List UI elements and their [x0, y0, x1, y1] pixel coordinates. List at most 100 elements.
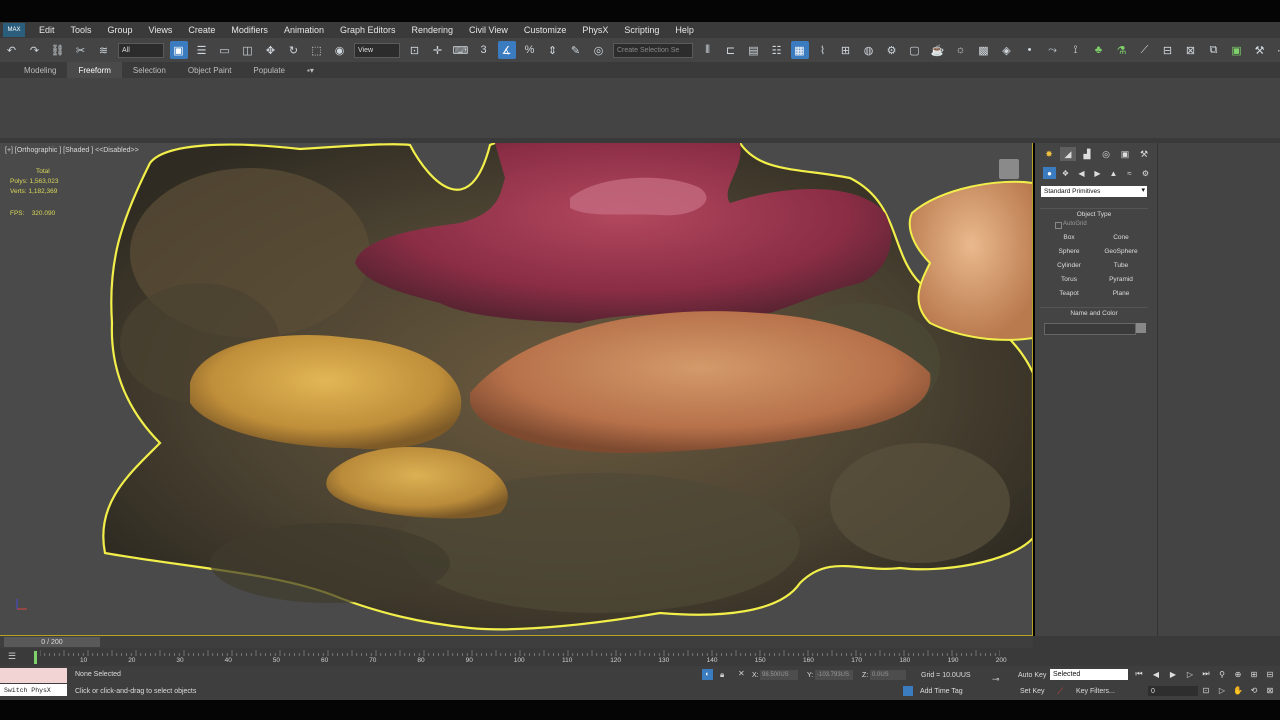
render-production-icon[interactable]: ☕: [929, 41, 947, 59]
tube-button[interactable]: Tube: [1095, 260, 1147, 271]
teapot-button[interactable]: Teapot: [1043, 288, 1095, 299]
z-coord-field[interactable]: 0.0US: [870, 670, 906, 680]
ribbon-options-icon[interactable]: ▪▾: [296, 62, 325, 78]
cone-button[interactable]: Cone: [1095, 232, 1147, 243]
named-selection-set-input[interactable]: Create Selection Se: [613, 42, 693, 58]
render-setup-icon[interactable]: ⚙: [883, 41, 901, 59]
maximize-viewport-icon[interactable]: ⊠: [1264, 685, 1276, 695]
app-logo[interactable]: MAX: [3, 23, 25, 37]
unlink-icon[interactable]: ✂: [72, 41, 90, 59]
systems-icon[interactable]: ⚙: [1139, 167, 1152, 179]
coral-reef-model[interactable]: [0, 143, 1033, 636]
hierarchy-panel-icon[interactable]: ▟: [1079, 147, 1095, 161]
menu-modifiers[interactable]: Modifiers: [223, 25, 276, 35]
box-button[interactable]: Box: [1043, 232, 1095, 243]
tab-modeling[interactable]: Modeling: [13, 62, 67, 78]
object-name-input[interactable]: [1044, 323, 1136, 335]
physx-green-icon[interactable]: ▣: [1228, 41, 1246, 59]
y-coord-field[interactable]: -103.793US: [815, 670, 853, 680]
object-color-swatch[interactable]: [1136, 323, 1146, 333]
bind-spacewarp-icon[interactable]: ≋: [95, 41, 113, 59]
select-manipulate-icon[interactable]: ✛: [429, 41, 447, 59]
toggle-layer-explorer-icon[interactable]: ▤: [745, 41, 763, 59]
absolute-mode-icon[interactable]: ✕: [738, 669, 745, 678]
maxscript-mini-listener[interactable]: Switch PhysX: [0, 684, 67, 696]
previous-frame-icon[interactable]: ◀: [1150, 669, 1162, 679]
pivot-center-icon[interactable]: ⊡: [406, 41, 424, 59]
toggle-ribbon-icon[interactable]: ▦: [790, 41, 809, 59]
menu-group[interactable]: Group: [100, 25, 141, 35]
menu-create[interactable]: Create: [180, 25, 223, 35]
spacewarps-icon[interactable]: ≈: [1123, 167, 1136, 179]
reference-coordinate-dropdown[interactable]: View: [354, 42, 400, 58]
go-to-start-icon[interactable]: ⏮: [1133, 669, 1145, 679]
menu-tools[interactable]: Tools: [63, 25, 100, 35]
select-object-icon[interactable]: ▣: [169, 41, 188, 59]
link-icon[interactable]: ⛓: [49, 41, 67, 59]
angle-snap-icon[interactable]: ∡: [497, 41, 516, 59]
schematic-view-icon[interactable]: ⊞: [837, 41, 855, 59]
field-of-view-icon[interactable]: ▷: [1216, 685, 1228, 695]
current-frame-field[interactable]: 0: [1148, 686, 1198, 696]
mirror-icon[interactable]: ⫴: [699, 41, 717, 59]
autogrid-checkbox[interactable]: [1055, 222, 1062, 229]
zoom-extents-icon[interactable]: ⊞: [1248, 669, 1260, 679]
set-key-icon[interactable]: ⟋: [1057, 686, 1063, 697]
menu-animation[interactable]: Animation: [276, 25, 332, 35]
physx-icon[interactable]: ◈: [998, 41, 1016, 59]
menu-physx[interactable]: PhysX: [574, 25, 616, 35]
object-type-rollout[interactable]: Object Type: [1040, 208, 1148, 219]
pan-view-icon[interactable]: ✋: [1232, 685, 1244, 695]
utilities-panel-icon[interactable]: ⚒: [1136, 147, 1152, 161]
zoom-extents-all-icon[interactable]: ⊟: [1264, 669, 1276, 679]
tab-freeform[interactable]: Freeform: [67, 62, 122, 78]
edit-named-selections-icon[interactable]: ✎: [567, 41, 585, 59]
rotate-icon[interactable]: ↻: [285, 41, 303, 59]
isolate-selection-icon[interactable]: ◐: [702, 669, 713, 680]
tab-populate[interactable]: Populate: [242, 62, 296, 78]
curve-editor-mini-icon[interactable]: ☰: [8, 651, 20, 661]
snaps-toggle-icon[interactable]: 3: [475, 41, 493, 59]
viewcube[interactable]: [999, 159, 1019, 179]
viewport-label-menu[interactable]: [+] [Orthographic ] [Shaded ] <<Disabled…: [5, 147, 139, 154]
modify-panel-icon[interactable]: ◢: [1060, 147, 1076, 161]
physx-brush-icon[interactable]: ⟋: [1136, 41, 1154, 59]
shapes-icon[interactable]: ❖: [1059, 167, 1072, 179]
physx-export-icon[interactable]: ⊠: [1182, 41, 1200, 59]
key-filters-button[interactable]: Key Filters...: [1076, 688, 1115, 695]
rendered-frame-window-icon[interactable]: ▢: [906, 41, 924, 59]
tab-selection[interactable]: Selection: [122, 62, 177, 78]
display-panel-icon[interactable]: ▣: [1117, 147, 1133, 161]
physx-simulate-icon[interactable]: ♣: [1090, 41, 1108, 59]
redo-icon[interactable]: ↷: [26, 41, 44, 59]
lights-icon[interactable]: ◀: [1075, 167, 1088, 179]
zoom-icon[interactable]: ⚲: [1216, 669, 1228, 679]
menu-views[interactable]: Views: [141, 25, 181, 35]
geometry-icon[interactable]: ●: [1043, 167, 1056, 179]
move-icon[interactable]: ✥: [262, 41, 280, 59]
tab-object-paint[interactable]: Object Paint: [177, 62, 243, 78]
go-to-end-icon[interactable]: ⏭: [1200, 669, 1212, 679]
cylinder-button[interactable]: Cylinder: [1043, 260, 1095, 271]
time-slider[interactable]: 0 / 200: [0, 636, 1033, 648]
orbit-icon[interactable]: ⟲: [1248, 685, 1260, 695]
scale-icon[interactable]: ⬚: [308, 41, 326, 59]
align-icon[interactable]: ⊏: [722, 41, 740, 59]
key-mode-icon[interactable]: ⊸: [992, 674, 1000, 685]
primitive-category-dropdown[interactable]: Standard Primitives ▾: [1041, 186, 1147, 197]
menu-graph-editors[interactable]: Graph Editors: [332, 25, 404, 35]
undo-icon[interactable]: ↶: [3, 41, 21, 59]
physx-settings-icon[interactable]: ⚒: [1251, 41, 1269, 59]
maxscript-listener[interactable]: [0, 668, 67, 683]
geosphere-button[interactable]: GeoSphere: [1095, 246, 1147, 257]
name-and-color-rollout[interactable]: Name and Color: [1040, 307, 1148, 318]
motion-panel-icon[interactable]: ◎: [1098, 147, 1114, 161]
dot-icon[interactable]: •: [1021, 41, 1039, 59]
add-time-tag[interactable]: Add Time Tag: [920, 688, 963, 695]
menu-scripting[interactable]: Scripting: [616, 25, 667, 35]
physx-tool-icon[interactable]: ⤳: [1044, 41, 1062, 59]
menu-rendering[interactable]: Rendering: [404, 25, 462, 35]
torus-button[interactable]: Torus: [1043, 274, 1095, 285]
window-crossing-icon[interactable]: ◫: [239, 41, 257, 59]
material-editor-icon[interactable]: ◍: [860, 41, 878, 59]
